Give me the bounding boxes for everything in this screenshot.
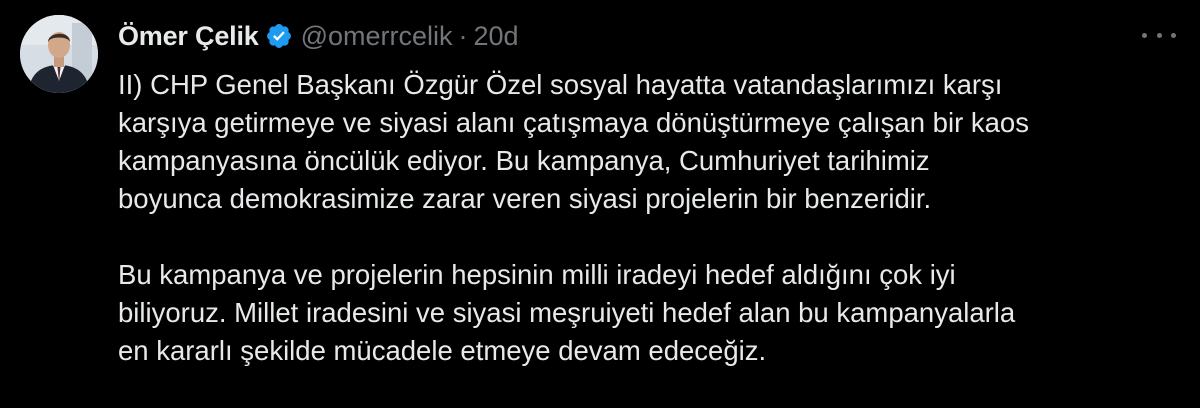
tweet-text: II) CHP Genel Başkanı Özgür Özel sosyal … <box>118 66 1178 370</box>
tweet-card[interactable]: Ömer Çelik @omerrcelik · 20d II) CHP Gen… <box>0 0 1200 408</box>
avatar[interactable] <box>20 15 98 93</box>
more-dot <box>1171 32 1176 38</box>
timestamp[interactable]: 20d <box>474 21 519 52</box>
tweet-text-line: en kararlı şekilde mücadele etmeye devam… <box>118 335 767 366</box>
tweet-text-line: biliyoruz. Millet iradesini ve siyasi me… <box>118 297 1016 328</box>
tweet-text-line: Bu kampanya ve projelerin hepsinin milli… <box>118 259 956 290</box>
tweet-text-line: II) CHP Genel Başkanı Özgür Özel sosyal … <box>118 69 1003 100</box>
verified-badge-icon <box>265 22 293 50</box>
tweet-text-line: kampanyasına öncülük ediyor. Bu kampanya… <box>118 145 930 176</box>
separator-dot: · <box>458 20 468 51</box>
user-handle[interactable]: @omerrcelik <box>301 21 453 52</box>
more-dot <box>1142 32 1147 38</box>
more-dot <box>1156 32 1162 38</box>
display-name[interactable]: Ömer Çelik <box>118 21 259 52</box>
profile-photo <box>20 15 98 93</box>
more-options-icon[interactable] <box>1142 24 1176 46</box>
tweet-text-line: karşıya getirmeye ve siyasi alanı çatışm… <box>118 107 1029 138</box>
tweet-header: Ömer Çelik @omerrcelik · 20d <box>118 14 519 58</box>
tweet-text-line: boyunca demokrasimize zarar veren siyasi… <box>118 183 932 214</box>
